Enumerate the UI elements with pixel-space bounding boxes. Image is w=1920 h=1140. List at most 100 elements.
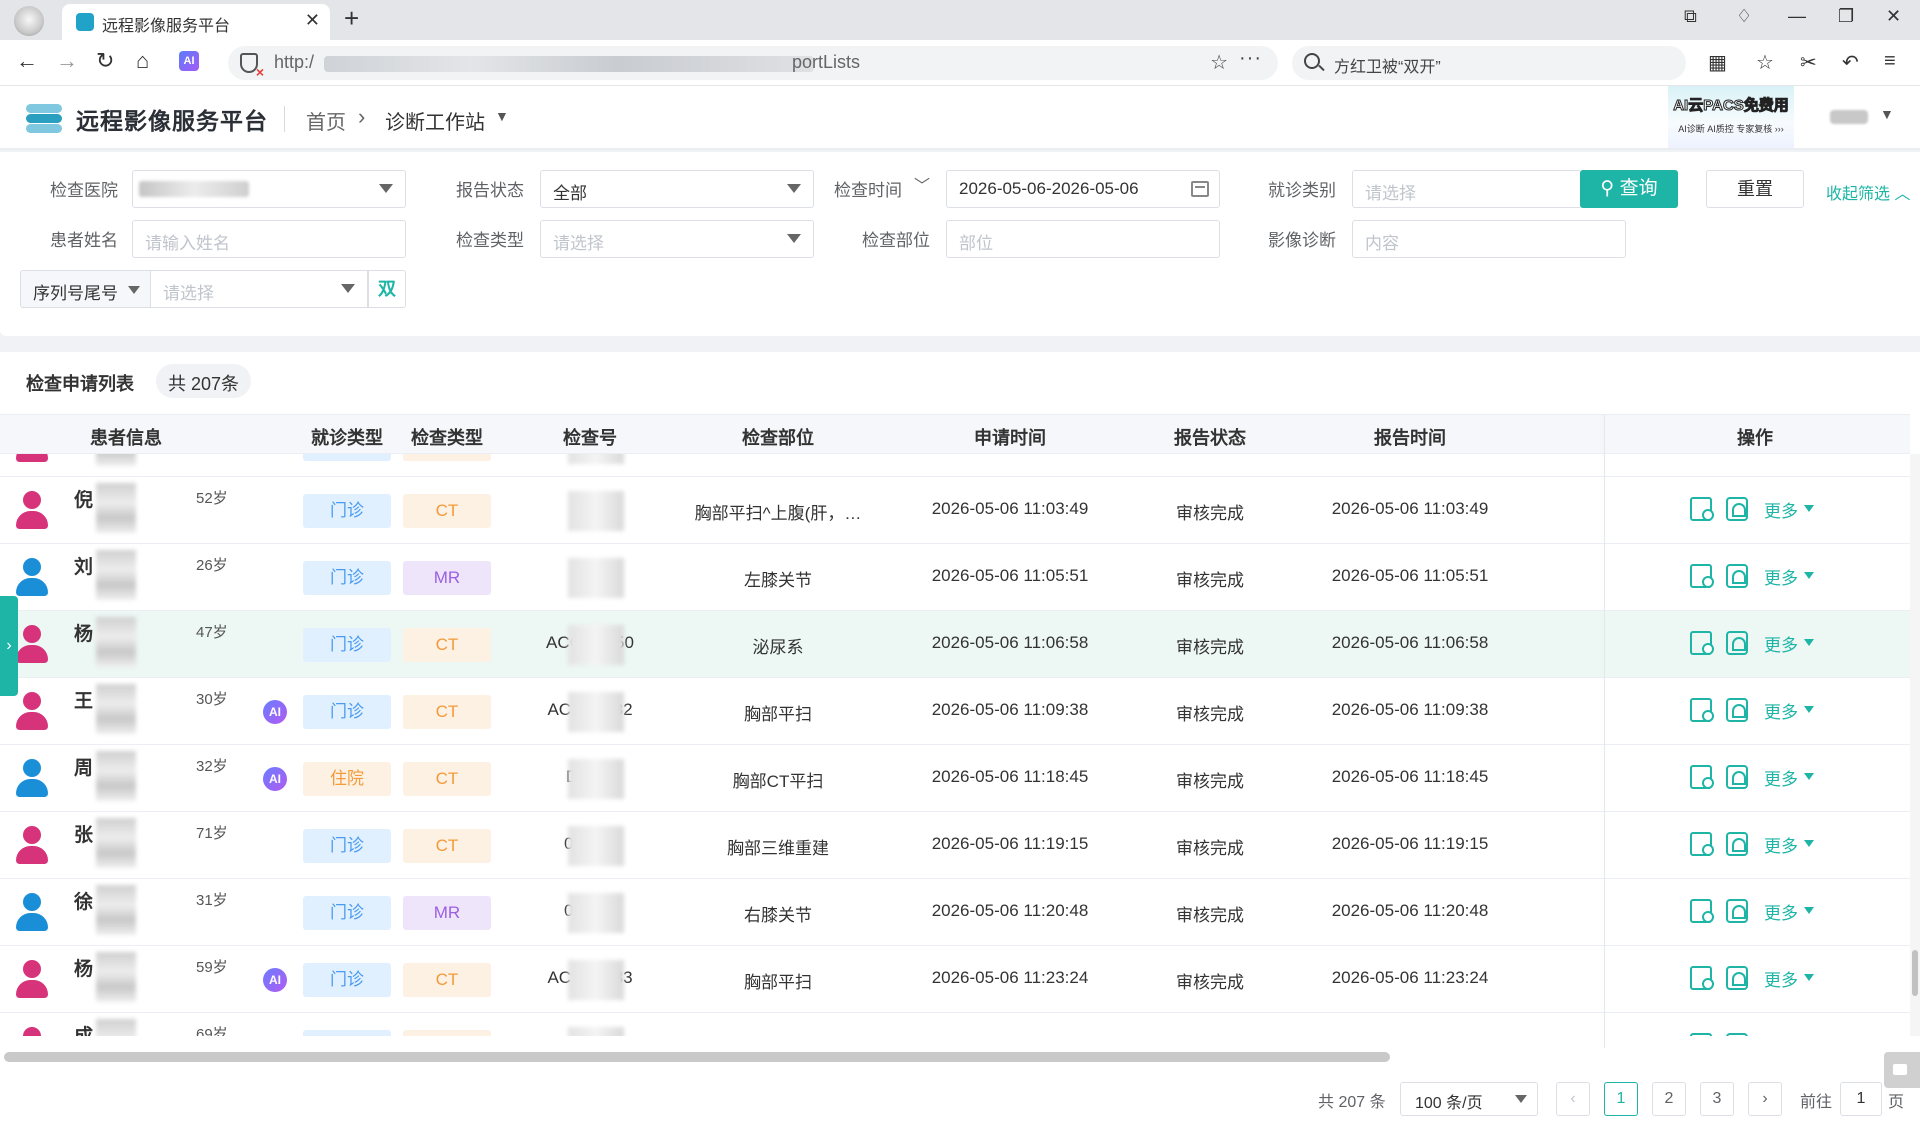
chevron-down-icon[interactable] — [1804, 572, 1814, 579]
hospital-select[interactable] — [132, 170, 406, 208]
browser-tab[interactable]: 远程影像服务平台 ✕ — [62, 4, 330, 40]
horizontal-scrollbar[interactable] — [4, 1052, 1390, 1062]
more-actions-link[interactable]: 更多 — [1764, 698, 1798, 723]
bookmark-star-icon[interactable]: ☆ — [1210, 50, 1228, 75]
more-actions-link[interactable]: 更多 — [1764, 832, 1798, 857]
close-window-icon[interactable]: ✕ — [1886, 6, 1901, 27]
view-report-icon[interactable] — [1690, 497, 1714, 521]
chevron-down-icon[interactable] — [1804, 840, 1814, 847]
address-bar[interactable]: http:/ portLists ☆ ··· — [228, 46, 1278, 80]
view-report-icon[interactable] — [1690, 631, 1714, 655]
ai-badge[interactable]: AI — [263, 700, 287, 724]
view-image-icon[interactable] — [1726, 497, 1748, 521]
page-button-1[interactable]: 1 — [1604, 1082, 1638, 1116]
table-row[interactable]: 王30岁AI门诊CTAC20 0032胸部平扫2026-05-06 11:09:… — [0, 678, 1910, 745]
query-button[interactable]: ⚲ 查询 — [1580, 170, 1678, 208]
new-tab-icon[interactable]: + — [344, 3, 359, 34]
more-actions-link[interactable]: 更多 — [1764, 1033, 1798, 1036]
view-report-icon[interactable] — [1690, 564, 1714, 588]
more-actions-link[interactable]: 更多 — [1764, 631, 1798, 656]
view-report-icon[interactable] — [1690, 899, 1714, 923]
ad-banner[interactable]: AI云PACS免费用 AI诊断 AI质控 专家复核 ››› — [1668, 86, 1794, 148]
view-image-icon[interactable] — [1726, 899, 1748, 923]
view-report-icon[interactable] — [1690, 966, 1714, 990]
collapse-filters-link[interactable]: 收起筛选 ︿ — [1826, 180, 1910, 204]
view-image-icon[interactable] — [1726, 631, 1748, 655]
ai-badge[interactable]: AI — [263, 767, 287, 791]
report-status-select[interactable]: 全部 — [540, 170, 814, 208]
more-actions-link[interactable]: 更多 — [1764, 454, 1798, 455]
view-image-icon[interactable] — [1726, 765, 1748, 789]
chevron-down-icon[interactable] — [1804, 639, 1814, 646]
view-image-icon[interactable] — [1726, 564, 1748, 588]
tab-count-icon[interactable]: ⧉ — [1684, 6, 1697, 27]
more-actions-link[interactable]: 更多 — [1764, 497, 1798, 522]
table-row[interactable]: 杨47岁门诊CTACC2 0050泌尿系2026-05-06 11:06:58审… — [0, 611, 1910, 678]
chevron-down-icon[interactable] — [1804, 907, 1814, 914]
page-button-2[interactable]: 2 — [1652, 1082, 1686, 1116]
exam-time-label[interactable]: 检查时间 — [834, 176, 902, 201]
user-name-redacted[interactable] — [1830, 110, 1868, 124]
insecure-shield-icon[interactable] — [240, 53, 264, 80]
view-report-icon[interactable] — [1690, 1033, 1712, 1036]
undo-icon[interactable]: ↶ — [1842, 50, 1859, 75]
ai-badge[interactable]: AI — [263, 968, 287, 992]
table-row[interactable]: 成69岁门诊CT00 23腰椎2026-05-06 11:31:21审核完成20… — [0, 1013, 1910, 1036]
chevron-down-icon[interactable] — [1804, 773, 1814, 780]
view-image-icon[interactable] — [1726, 966, 1748, 990]
restore-icon[interactable]: ❐ — [1838, 6, 1854, 27]
exam-time-range-input[interactable]: 2026-05-06-2026-05-06 — [946, 170, 1220, 208]
next-page-button[interactable]: › — [1748, 1082, 1782, 1116]
minimize-icon[interactable]: — — [1788, 6, 1806, 27]
scissors-icon[interactable]: ✂ — [1800, 50, 1817, 75]
view-report-icon[interactable] — [1690, 832, 1714, 856]
diagnosis-input[interactable]: 内容 — [1352, 220, 1626, 258]
table-row[interactable]: 张71岁门诊CT00 514胸部三维重建2026-05-06 11:19:15审… — [0, 812, 1910, 879]
body-part-input[interactable]: 部位 — [946, 220, 1220, 258]
apps-grid-icon[interactable]: ▦ — [1708, 50, 1727, 75]
serial-type-select[interactable]: 序列号尾号 — [20, 270, 150, 308]
table-row[interactable]: 刘26岁门诊MR00 4左膝关节2026-05-06 11:05:51审核完成2… — [0, 544, 1910, 611]
goto-page-input[interactable]: 1 — [1840, 1082, 1882, 1116]
view-report-icon[interactable] — [1690, 765, 1714, 789]
breadcrumb-current[interactable]: 诊断工作站 — [385, 106, 485, 135]
view-image-icon[interactable] — [1726, 698, 1748, 722]
ai-assistant-icon[interactable]: AI — [179, 51, 199, 71]
reset-button[interactable]: 重置 — [1706, 170, 1804, 208]
user-menu-chevron-icon[interactable]: ▼ — [1880, 106, 1894, 122]
dual-button[interactable]: 双 — [368, 270, 406, 308]
table-row[interactable]: 杨59岁AI门诊CTAC2 50033胸部平扫2026-05-06 11:23:… — [0, 946, 1910, 1013]
vertical-scrollbar[interactable] — [1910, 454, 1920, 1036]
view-image-icon[interactable] — [1726, 1033, 1748, 1036]
forward-icon[interactable]: → — [56, 48, 78, 74]
browser-search-box[interactable]: 方红卫被“双开” — [1292, 46, 1686, 80]
reload-icon[interactable]: ↻ — [96, 48, 114, 74]
menu-icon[interactable]: ≡ — [1884, 50, 1896, 73]
exam-type-select[interactable]: 请选择 — [540, 220, 814, 258]
table-row[interactable]: 门诊 CT 更多 — [0, 454, 1910, 477]
table-row[interactable]: 周32岁AI住院CTDH 20胸部CT平扫2026-05-06 11:18:45… — [0, 745, 1910, 812]
patient-name-input[interactable]: 请输入姓名 — [132, 220, 406, 258]
prev-page-button[interactable]: ‹ — [1556, 1082, 1590, 1116]
chevron-down-icon[interactable]: ▼ — [495, 108, 509, 124]
vertical-scrollbar-thumb[interactable] — [1912, 950, 1918, 996]
exam-time-chevron-icon[interactable]: ﹀ — [914, 172, 930, 196]
visit-type-select[interactable]: 请选择 — [1352, 170, 1582, 208]
serial-value-select[interactable]: 请选择 — [150, 270, 368, 308]
page-button-3[interactable]: 3 — [1700, 1082, 1734, 1116]
view-image-icon[interactable] — [1726, 832, 1748, 856]
chevron-down-icon[interactable] — [1804, 974, 1814, 981]
more-actions-link[interactable]: 更多 — [1764, 765, 1798, 790]
table-row[interactable]: 徐31岁门诊MR00 587右膝关节2026-05-06 11:20:48审核完… — [0, 879, 1910, 946]
page-size-select[interactable]: 100 条/页 — [1400, 1082, 1538, 1116]
more-actions-link[interactable]: 更多 — [1764, 966, 1798, 991]
home-icon[interactable]: ⌂ — [136, 48, 149, 74]
back-icon[interactable]: ← — [16, 48, 38, 74]
more-actions-link[interactable]: 更多 — [1764, 899, 1798, 924]
chevron-down-icon[interactable] — [1804, 505, 1814, 512]
tab-close-icon[interactable]: ✕ — [305, 10, 320, 31]
table-row[interactable]: 倪52岁门诊CT00 0胸部平扫^上腹(肝，…2026-05-06 11:03:… — [0, 477, 1910, 544]
view-report-icon[interactable] — [1690, 698, 1714, 722]
sidebar-expand-handle[interactable]: › — [0, 596, 18, 696]
chevron-down-icon[interactable] — [1804, 706, 1814, 713]
